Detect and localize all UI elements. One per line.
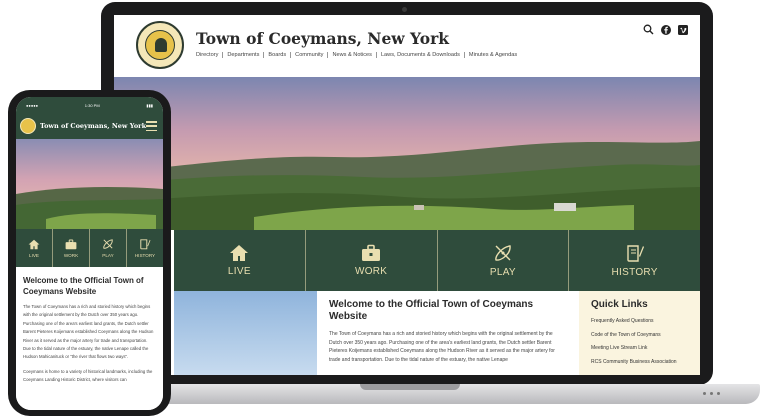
vimeo-icon[interactable]: [677, 24, 688, 35]
sky-image-panel: [174, 291, 317, 375]
briefcase-icon: [65, 239, 77, 249]
search-icon[interactable]: [643, 24, 654, 35]
laptop-camera: [402, 7, 407, 12]
tile-work[interactable]: WORK: [306, 230, 438, 291]
phone-status-bar: ●●●●● 1:30 PM ▮▮▮: [16, 97, 163, 114]
quick-links-heading: Quick Links: [591, 299, 648, 310]
phone-welcome-section: Welcome to the Official Town of Coeymans…: [16, 267, 163, 410]
town-seal-logo[interactable]: [136, 21, 184, 69]
tile-label: HISTORY: [134, 253, 156, 258]
hero-landscape-image: [114, 77, 700, 230]
tile-play[interactable]: PLAY: [90, 229, 127, 267]
tile-label: PLAY: [489, 267, 516, 278]
tile-label: WORK: [63, 252, 79, 258]
phone-site-header: Town of Coeymans, New York: [16, 114, 163, 139]
feature-tiles: LIVE WORK PLAY HISTORY: [174, 230, 700, 291]
nav-item-departments[interactable]: Departments: [223, 52, 265, 58]
main-nav: Directory Departments Boards Community N…: [196, 52, 521, 58]
status-time: 1:30 PM: [84, 103, 100, 108]
quick-link-code[interactable]: Code of the Town of Coeymans: [591, 332, 688, 338]
laptop-screen: Town of Coeymans, New York Directory Dep…: [114, 15, 700, 375]
facebook-icon[interactable]: [660, 24, 671, 35]
kayak-icon: [103, 239, 113, 249]
tile-label: PLAY: [102, 253, 114, 258]
tile-label: WORK: [354, 266, 388, 277]
kayak-icon: [495, 245, 511, 261]
nav-item-directory[interactable]: Directory: [196, 52, 224, 58]
laptop-notch: [360, 384, 460, 390]
battery-icon: ▮▮▮: [146, 103, 153, 108]
tile-play[interactable]: PLAY: [438, 230, 570, 291]
phone-site-title[interactable]: Town of Coeymans, New York: [40, 122, 146, 130]
tile-live[interactable]: LIVE: [174, 230, 306, 291]
phone-paragraph-1: The Town of Coeymans has a rich and stor…: [23, 304, 154, 360]
tile-label: LIVE: [227, 266, 251, 277]
briefcase-icon: [362, 244, 381, 261]
tile-label: LIVE: [29, 252, 39, 258]
nav-item-minutes[interactable]: Minutes & Agendas: [465, 52, 521, 58]
quick-links-panel: Quick Links Frequently Asked Questions C…: [579, 291, 700, 375]
quick-link-rcs[interactable]: RCS Community Business Association: [591, 359, 688, 365]
book-icon: [626, 245, 644, 262]
site-header: Town of Coeymans, New York Directory Dep…: [114, 15, 700, 77]
tile-label: HISTORY: [611, 267, 658, 278]
site-title[interactable]: Town of Coeymans, New York: [196, 29, 449, 48]
town-seal-logo[interactable]: [20, 118, 36, 134]
phone-hero-image: [16, 139, 163, 229]
welcome-section: Welcome to the Official Town of Coeymans…: [317, 291, 579, 375]
phone-frame: ●●●●● 1:30 PM ▮▮▮ Town of Coeymans, New …: [8, 90, 171, 416]
welcome-heading: Welcome to the Official Town of Coeymans…: [329, 299, 534, 322]
signal-icon: ●●●●●: [26, 103, 39, 108]
welcome-paragraph: The Town of Coeymans has a rich and stor…: [329, 331, 555, 363]
nav-item-laws[interactable]: Laws, Documents & Downloads: [377, 52, 465, 58]
tile-work[interactable]: WORK: [53, 229, 90, 267]
phone-feature-tiles: LIVE WORK PLAY HISTORY: [16, 229, 163, 267]
house-icon: [28, 239, 40, 249]
nav-item-news[interactable]: News & Notices: [328, 52, 377, 58]
hamburger-menu-icon[interactable]: [146, 121, 157, 131]
book-icon: [140, 239, 151, 250]
quick-link-faq[interactable]: Frequently Asked Questions: [591, 318, 688, 324]
nav-item-community[interactable]: Community: [291, 52, 329, 58]
phone-screen: ●●●●● 1:30 PM ▮▮▮ Town of Coeymans, New …: [16, 97, 163, 410]
laptop-frame: Town of Coeymans, New York Directory Dep…: [101, 2, 713, 385]
phone-paragraph-2: Coeymans is home to a variety of histori…: [23, 368, 153, 383]
quick-link-livestream[interactable]: Meeting Live Stream Link: [591, 345, 688, 351]
tile-history[interactable]: HISTORY: [569, 230, 700, 291]
laptop-status-lights: [703, 392, 720, 395]
phone-welcome-heading: Welcome to the Official Town of Coeymans…: [23, 276, 144, 296]
tile-live[interactable]: LIVE: [16, 229, 53, 267]
tile-history[interactable]: HISTORY: [127, 229, 163, 267]
header-icons: [643, 24, 688, 35]
house-icon: [230, 245, 249, 261]
nav-item-boards[interactable]: Boards: [264, 52, 292, 58]
